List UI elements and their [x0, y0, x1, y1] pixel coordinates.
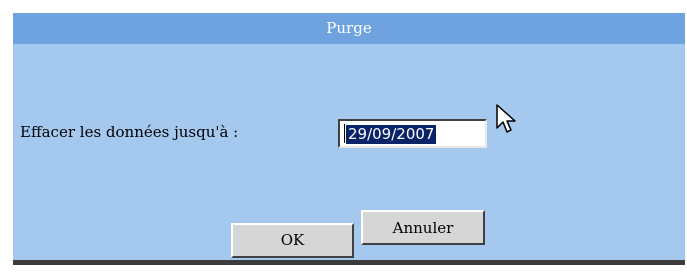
ok-button[interactable]: OK — [231, 223, 354, 258]
dialog-title: Purge — [13, 13, 685, 44]
cancel-button[interactable]: Annuler — [361, 210, 485, 245]
text-caret — [344, 124, 345, 143]
mouse-pointer-icon — [496, 104, 516, 133]
date-input-value: 29/09/2007 — [346, 125, 437, 144]
date-input[interactable]: 29/09/2007 — [338, 119, 487, 148]
date-field-label: Effacer les données jusqu'à : — [20, 123, 239, 141]
purge-dialog: Purge Effacer les données jusqu'à : 29/0… — [13, 13, 685, 265]
